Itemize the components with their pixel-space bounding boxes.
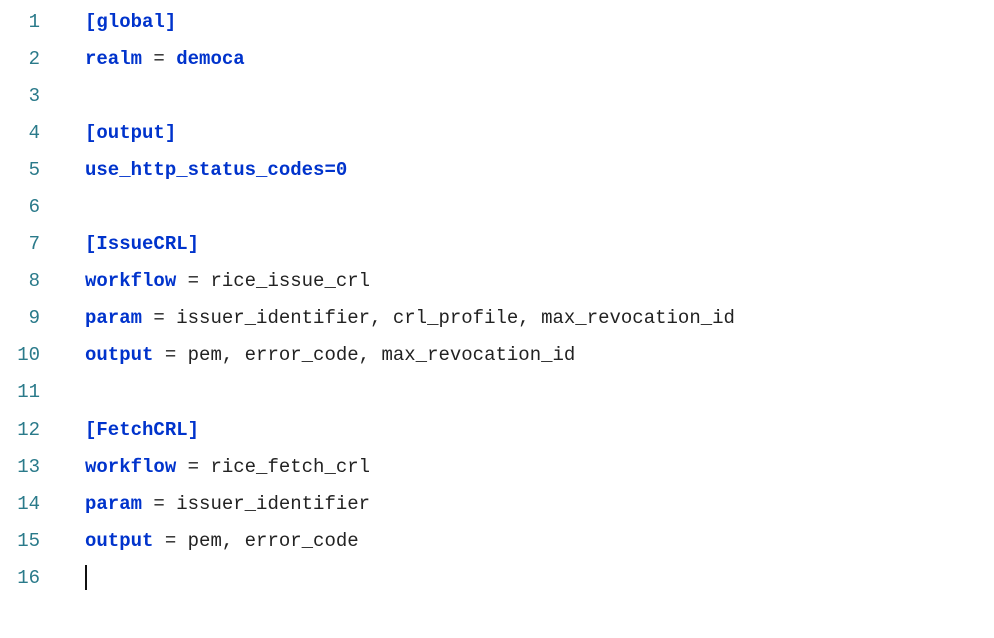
code-line[interactable]: realm = democa [85, 41, 994, 78]
code-line[interactable]: workflow = rice_fetch_crl [85, 449, 994, 486]
code-editor[interactable]: [global] realm = democa [output] use_http_… [55, 0, 994, 597]
token-key: param [85, 493, 142, 515]
token-eq: = [176, 270, 210, 292]
code-line[interactable]: workflow = rice_issue_crl [85, 263, 994, 300]
token-eq: = [153, 530, 187, 552]
line-number: 13 [0, 449, 40, 486]
code-line[interactable] [85, 374, 994, 411]
code-line[interactable]: use_http_status_codes=0 [85, 152, 994, 189]
line-number: 12 [0, 412, 40, 449]
code-line[interactable]: [FetchCRL] [85, 412, 994, 449]
token-section: [IssueCRL] [85, 233, 199, 255]
token-val: issuer_identifier, crl_profile, max_revo… [176, 307, 735, 329]
token-section: [output] [85, 122, 176, 144]
token-val: issuer_identifier [176, 493, 370, 515]
code-line[interactable] [85, 560, 994, 597]
token-key: workflow [85, 456, 176, 478]
code-line[interactable]: output = pem, error_code [85, 523, 994, 560]
token-section: [FetchCRL] [85, 419, 199, 441]
text-cursor [85, 565, 87, 590]
line-number: 6 [0, 189, 40, 226]
code-line[interactable]: [global] [85, 4, 994, 41]
line-number: 3 [0, 78, 40, 115]
line-number: 14 [0, 486, 40, 523]
token-eq: = [142, 493, 176, 515]
code-line[interactable] [85, 189, 994, 226]
token-eq: = [142, 48, 176, 70]
line-number: 9 [0, 300, 40, 337]
line-number: 16 [0, 560, 40, 597]
token-key: realm [85, 48, 142, 70]
token-eq: = [153, 344, 187, 366]
token-key: output [85, 530, 153, 552]
code-line[interactable]: output = pem, error_code, max_revocation… [85, 337, 994, 374]
code-line[interactable]: [IssueCRL] [85, 226, 994, 263]
token-val: pem, error_code, max_revocation_id [188, 344, 576, 366]
line-number: 7 [0, 226, 40, 263]
line-number: 5 [0, 152, 40, 189]
token-key: workflow [85, 270, 176, 292]
token-eq: = [142, 307, 176, 329]
code-line[interactable]: param = issuer_identifier, crl_profile, … [85, 300, 994, 337]
line-number: 11 [0, 374, 40, 411]
token-section: [global] [85, 11, 176, 33]
token-key: use_http_status_codes=0 [85, 159, 347, 181]
token-eq: = [176, 456, 210, 478]
code-line[interactable]: [output] [85, 115, 994, 152]
code-line[interactable]: param = issuer_identifier [85, 486, 994, 523]
line-number: 15 [0, 523, 40, 560]
line-number: 8 [0, 263, 40, 300]
token-val: rice_issue_crl [210, 270, 370, 292]
token-key: output [85, 344, 153, 366]
line-number: 4 [0, 115, 40, 152]
token-val: pem, error_code [188, 530, 359, 552]
token-key: democa [176, 48, 244, 70]
token-val: rice_fetch_crl [210, 456, 370, 478]
token-key: param [85, 307, 142, 329]
line-number-gutter: 12345678910111213141516 [0, 0, 55, 597]
code-line[interactable] [85, 78, 994, 115]
line-number: 10 [0, 337, 40, 374]
line-number: 1 [0, 4, 40, 41]
line-number: 2 [0, 41, 40, 78]
